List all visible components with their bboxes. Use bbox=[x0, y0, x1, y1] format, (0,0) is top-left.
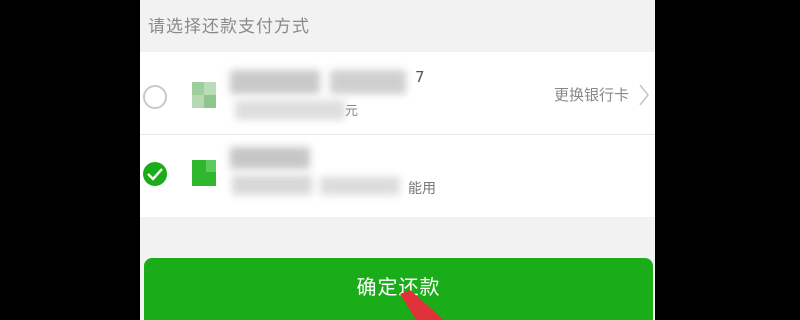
payment-option-balance[interactable]: 能用 bbox=[140, 135, 655, 217]
masked-bank-name bbox=[230, 70, 320, 94]
masked-balance-text bbox=[232, 175, 312, 195]
radio-unchecked-icon[interactable] bbox=[143, 85, 167, 109]
bank-card-icon bbox=[192, 82, 216, 108]
chevron-right-icon[interactable] bbox=[639, 84, 649, 106]
masked-limit-text bbox=[235, 100, 345, 120]
balance-icon bbox=[192, 160, 216, 186]
card-number-suffix: 7 bbox=[415, 68, 425, 86]
masked-card-number bbox=[330, 70, 406, 94]
masked-balance-detail bbox=[320, 177, 400, 195]
page-title: 请选择还款支付方式 bbox=[148, 17, 310, 37]
balance-text-suffix: 能用 bbox=[408, 181, 436, 197]
pointer-arrow-icon bbox=[400, 290, 444, 320]
payment-options-list: 7 元 更换银行卡 能用 bbox=[140, 52, 655, 217]
masked-account-name bbox=[230, 147, 310, 169]
radio-checked-icon[interactable] bbox=[143, 162, 167, 186]
payment-option-bank-card[interactable]: 7 元 更换银行卡 bbox=[140, 52, 655, 134]
payment-method-screen: 请选择还款支付方式 7 元 更换银行卡 能用 确定还款 bbox=[140, 0, 655, 320]
limit-text-suffix: 元 bbox=[345, 104, 359, 119]
change-bank-card-link[interactable]: 更换银行卡 bbox=[554, 84, 629, 105]
